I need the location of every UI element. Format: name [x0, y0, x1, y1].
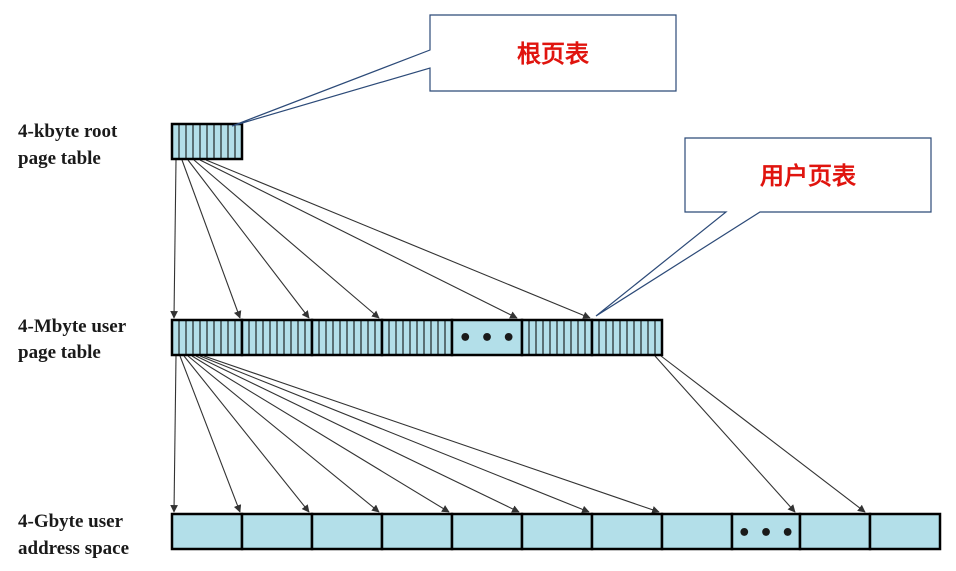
address-page: [660, 512, 734, 551]
address-page: [868, 512, 942, 551]
page-box: [868, 512, 942, 551]
address-space-label-line2: address space: [18, 538, 129, 559]
user-table-segment: [520, 318, 594, 357]
root-table-label-line2: page table: [18, 148, 101, 169]
address-page: [450, 512, 524, 551]
address-page: [520, 512, 594, 551]
page-box: [520, 512, 594, 551]
user-table-label-line2: page table: [18, 342, 101, 363]
address-page: [170, 512, 244, 551]
user-address-space: • • •: [170, 512, 942, 551]
pointer-arrow: [183, 355, 310, 513]
pointer-arrow: [199, 355, 590, 513]
page-box: [240, 512, 314, 551]
ellipsis-text: • • •: [737, 521, 795, 546]
root-page-table: [170, 122, 244, 161]
address-page: [240, 512, 314, 551]
user-table-segment: [590, 318, 664, 357]
root-callout-text: 根页表: [517, 40, 590, 68]
page-box: [450, 512, 524, 551]
pointer-arrow: [170, 159, 178, 319]
page-box: [798, 512, 872, 551]
user-table-segment: [240, 318, 314, 357]
address-page: [310, 512, 384, 551]
pointer-arrow: [170, 355, 178, 513]
pointer-arrow: [193, 159, 380, 319]
user-callout: 用户页表: [595, 137, 932, 317]
root-callout: 根页表: [231, 14, 677, 127]
pointer-arrow: [195, 355, 520, 513]
user-table-label-line1: 4-Mbyte user: [18, 316, 127, 337]
address-page: [590, 512, 664, 551]
pointer-arrow: [660, 355, 866, 513]
page-box: [380, 512, 454, 551]
page-table-diagram: 4-kbyte root page table 4-Mbyte user pag…: [18, 14, 942, 559]
page-box: [310, 512, 384, 551]
user-table-segment: [170, 318, 244, 357]
page-box: [660, 512, 734, 551]
pointer-arrow: [203, 355, 660, 514]
address-page: [380, 512, 454, 551]
user-callout-text: 用户页表: [760, 162, 857, 190]
pointer-arrow: [205, 159, 591, 319]
pointer-arrow: [187, 355, 380, 513]
pointer-arrow: [181, 159, 242, 319]
ellipsis-text: • • •: [458, 326, 516, 351]
pointer-arrow: [199, 159, 518, 319]
address-ellipsis-page: • • •: [730, 512, 802, 551]
pointer-arrow: [654, 355, 796, 513]
user-table-segment: [380, 318, 454, 357]
user-table-segment: [310, 318, 384, 357]
root-callout-bubble: [231, 14, 677, 127]
user-table-ellipsis-segment: • • •: [450, 318, 524, 357]
user-page-table: • • •: [170, 318, 664, 357]
address-space-label-line1: 4-Gbyte user: [18, 511, 124, 532]
address-page: [798, 512, 872, 551]
page-box: [170, 512, 244, 551]
page-box: [590, 512, 664, 551]
root-table-label-line1: 4-kbyte root: [18, 121, 118, 142]
